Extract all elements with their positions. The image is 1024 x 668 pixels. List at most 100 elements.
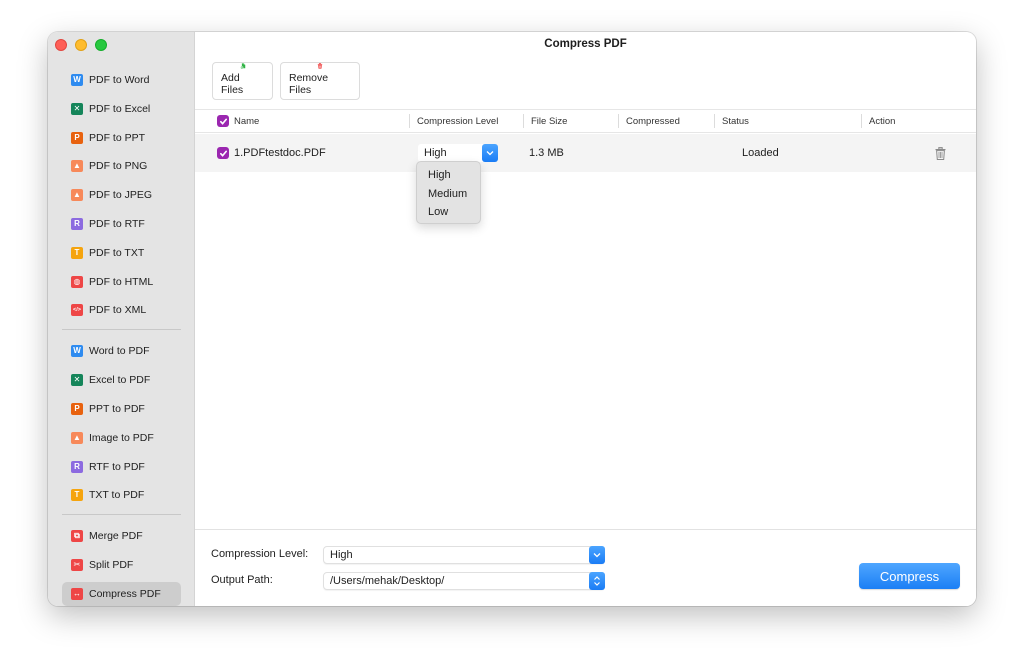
sidebar-item-excel-to-pdf[interactable]: ✕ Excel to PDF	[62, 368, 181, 392]
app-window: W PDF to Word ✕ PDF to Excel P PDF to PPT ▲ PDF…	[48, 32, 976, 606]
sidebar-item-pdf-to-jpeg[interactable]: ▲ PDF to JPEG	[62, 183, 181, 207]
column-action-label: Action	[869, 115, 896, 127]
table-header: Name Compression Level File Size Compres…	[195, 109, 976, 133]
output-path-label: Output Path:	[211, 574, 273, 586]
ppt-icon: P	[71, 402, 83, 415]
compression-level-dropdown-menu: High Medium Low	[416, 161, 481, 224]
sidebar-item-compress-pdf[interactable]: ↔ Compress PDF	[62, 581, 181, 606]
up-down-chevron-icon[interactable]	[589, 572, 605, 590]
sidebar-item-pdf-to-png[interactable]: ▲ PDF to PNG	[62, 154, 181, 178]
minimize-window-button[interactable]	[75, 39, 87, 51]
sidebar-item-label: PDF to TXT	[89, 246, 145, 259]
sidebar-item-label: RTF to PDF	[89, 460, 145, 473]
sidebar-item-label: Compress PDF	[89, 587, 161, 600]
compress-icon: ↔	[71, 587, 83, 600]
column-compressed[interactable]: Compressed	[618, 110, 680, 132]
column-name-label: Name	[234, 115, 260, 127]
sidebar-item-label: PDF to Excel	[89, 102, 151, 115]
remove-files-button[interactable]: Remove Files	[280, 62, 360, 100]
column-name[interactable]: Name	[217, 110, 259, 132]
sidebar-item-txt-to-pdf[interactable]: T TXT to PDF	[62, 483, 181, 507]
sidebar-item-label: Split PDF	[89, 559, 134, 572]
row-compression-level-select[interactable]: High	[418, 144, 498, 162]
sidebar-item-label: PDF to PNG	[89, 160, 148, 173]
sidebar-item-image-to-pdf[interactable]: ▲ Image to PDF	[62, 426, 181, 450]
remove-files-label: Remove Files	[289, 72, 329, 96]
sidebar-item-pdf-to-xml[interactable]: </> PDF to XML	[62, 298, 181, 322]
ppt-icon: P	[71, 131, 83, 144]
column-status[interactable]: Status	[714, 110, 749, 132]
sidebar-item-pdf-to-html[interactable]: ◍ PDF to HTML	[62, 270, 181, 294]
select-all-checkbox[interactable]	[217, 115, 229, 127]
sidebar-item-label: Merge PDF	[89, 530, 143, 543]
maximize-window-button[interactable]	[95, 39, 107, 51]
compression-level-value: High	[330, 549, 353, 561]
sidebar-item-label: PDF to XML	[89, 304, 147, 317]
txt-icon: T	[71, 246, 83, 259]
trash-icon	[935, 146, 946, 160]
checkmark-icon	[219, 150, 227, 157]
sidebar-divider	[62, 329, 181, 331]
chevron-down-icon[interactable]	[482, 144, 498, 162]
sidebar: W PDF to Word ✕ PDF to Excel P PDF to PPT ▲ PDF…	[48, 32, 195, 606]
column-file-size-label: File Size	[531, 115, 568, 127]
excel-icon: ✕	[71, 374, 83, 387]
compression-level-select[interactable]: High	[323, 546, 605, 564]
sidebar-nav: W PDF to Word ✕ PDF to Excel P PDF to PPT ▲ PDF…	[62, 68, 181, 606]
sidebar-item-label: TXT to PDF	[89, 489, 145, 502]
sidebar-item-label: PDF to RTF	[89, 217, 145, 230]
close-window-button[interactable]	[55, 39, 67, 51]
sidebar-item-label: Word to PDF	[89, 345, 150, 358]
column-status-label: Status	[722, 115, 749, 127]
row-checkbox[interactable]	[217, 147, 229, 159]
excel-icon: ✕	[71, 102, 83, 115]
dropdown-option-medium[interactable]: Medium	[417, 185, 480, 204]
rtf-icon: R	[71, 217, 83, 230]
sidebar-item-split-pdf[interactable]: ✂ Split PDF	[62, 553, 181, 577]
compress-button[interactable]: Compress	[859, 563, 960, 589]
chevron-down-icon[interactable]	[589, 546, 605, 564]
sidebar-item-pdf-to-excel[interactable]: ✕ PDF to Excel	[62, 97, 181, 121]
sidebar-item-word-to-pdf[interactable]: W Word to PDF	[62, 339, 181, 363]
sidebar-item-label: PPT to PDF	[89, 402, 145, 415]
dropdown-option-high[interactable]: High	[417, 166, 480, 185]
delete-row-button[interactable]	[935, 134, 946, 172]
row-compression-level-value: High	[424, 147, 447, 159]
sidebar-item-label: PDF to JPEG	[89, 189, 153, 202]
column-file-size[interactable]: File Size	[522, 110, 568, 132]
output-path-select[interactable]: /Users/mehak/Desktop/	[323, 572, 605, 590]
dropdown-option-low[interactable]: Low	[417, 203, 480, 222]
column-compression-level-label: Compression Level	[417, 115, 499, 127]
sidebar-item-rtf-to-pdf[interactable]: R RTF to PDF	[62, 455, 181, 479]
table-row[interactable]: 1.PDFtestdoc.PDF High 1.3 MB Loaded	[195, 134, 976, 172]
trash-icon	[317, 63, 323, 69]
add-file-icon	[239, 63, 245, 69]
settings-panel: Compression Level: High Output Path: /Us…	[195, 529, 976, 606]
toolbar: Add Files Remove Files	[212, 62, 360, 100]
add-files-button[interactable]: Add Files	[212, 62, 273, 100]
txt-icon: T	[71, 489, 83, 502]
sidebar-item-label: Image to PDF	[89, 431, 154, 444]
sidebar-item-label: PDF to PPT	[89, 131, 146, 144]
sidebar-item-label: Excel to PDF	[89, 374, 151, 387]
column-compression-level[interactable]: Compression Level	[408, 110, 499, 132]
output-path-value: /Users/mehak/Desktop/	[330, 575, 445, 587]
add-files-label: Add Files	[221, 72, 244, 96]
scissors-icon: ✂	[71, 559, 83, 572]
image-icon: ▲	[71, 160, 83, 173]
sidebar-item-label: PDF to Word	[89, 74, 150, 86]
merge-icon: ⧉	[71, 530, 83, 543]
sidebar-item-pdf-to-word[interactable]: W PDF to Word	[62, 68, 181, 92]
file-name-cell: 1.PDFtestdoc.PDF	[217, 134, 326, 172]
sidebar-item-ppt-to-pdf[interactable]: P PPT to PDF	[62, 397, 181, 421]
rtf-icon: R	[71, 460, 83, 473]
sidebar-item-pdf-to-txt[interactable]: T PDF to TXT	[62, 241, 181, 265]
file-name: 1.PDFtestdoc.PDF	[234, 147, 326, 159]
file-size-cell: 1.3 MB	[529, 147, 564, 159]
sidebar-item-merge-pdf[interactable]: ⧉ Merge PDF	[62, 524, 181, 548]
html-globe-icon: ◍	[71, 275, 83, 288]
column-action[interactable]: Action	[860, 110, 896, 132]
sidebar-item-label: PDF to HTML	[89, 275, 154, 288]
sidebar-item-pdf-to-rtf[interactable]: R PDF to RTF	[62, 212, 181, 236]
sidebar-item-pdf-to-ppt[interactable]: P PDF to PPT	[62, 126, 181, 150]
